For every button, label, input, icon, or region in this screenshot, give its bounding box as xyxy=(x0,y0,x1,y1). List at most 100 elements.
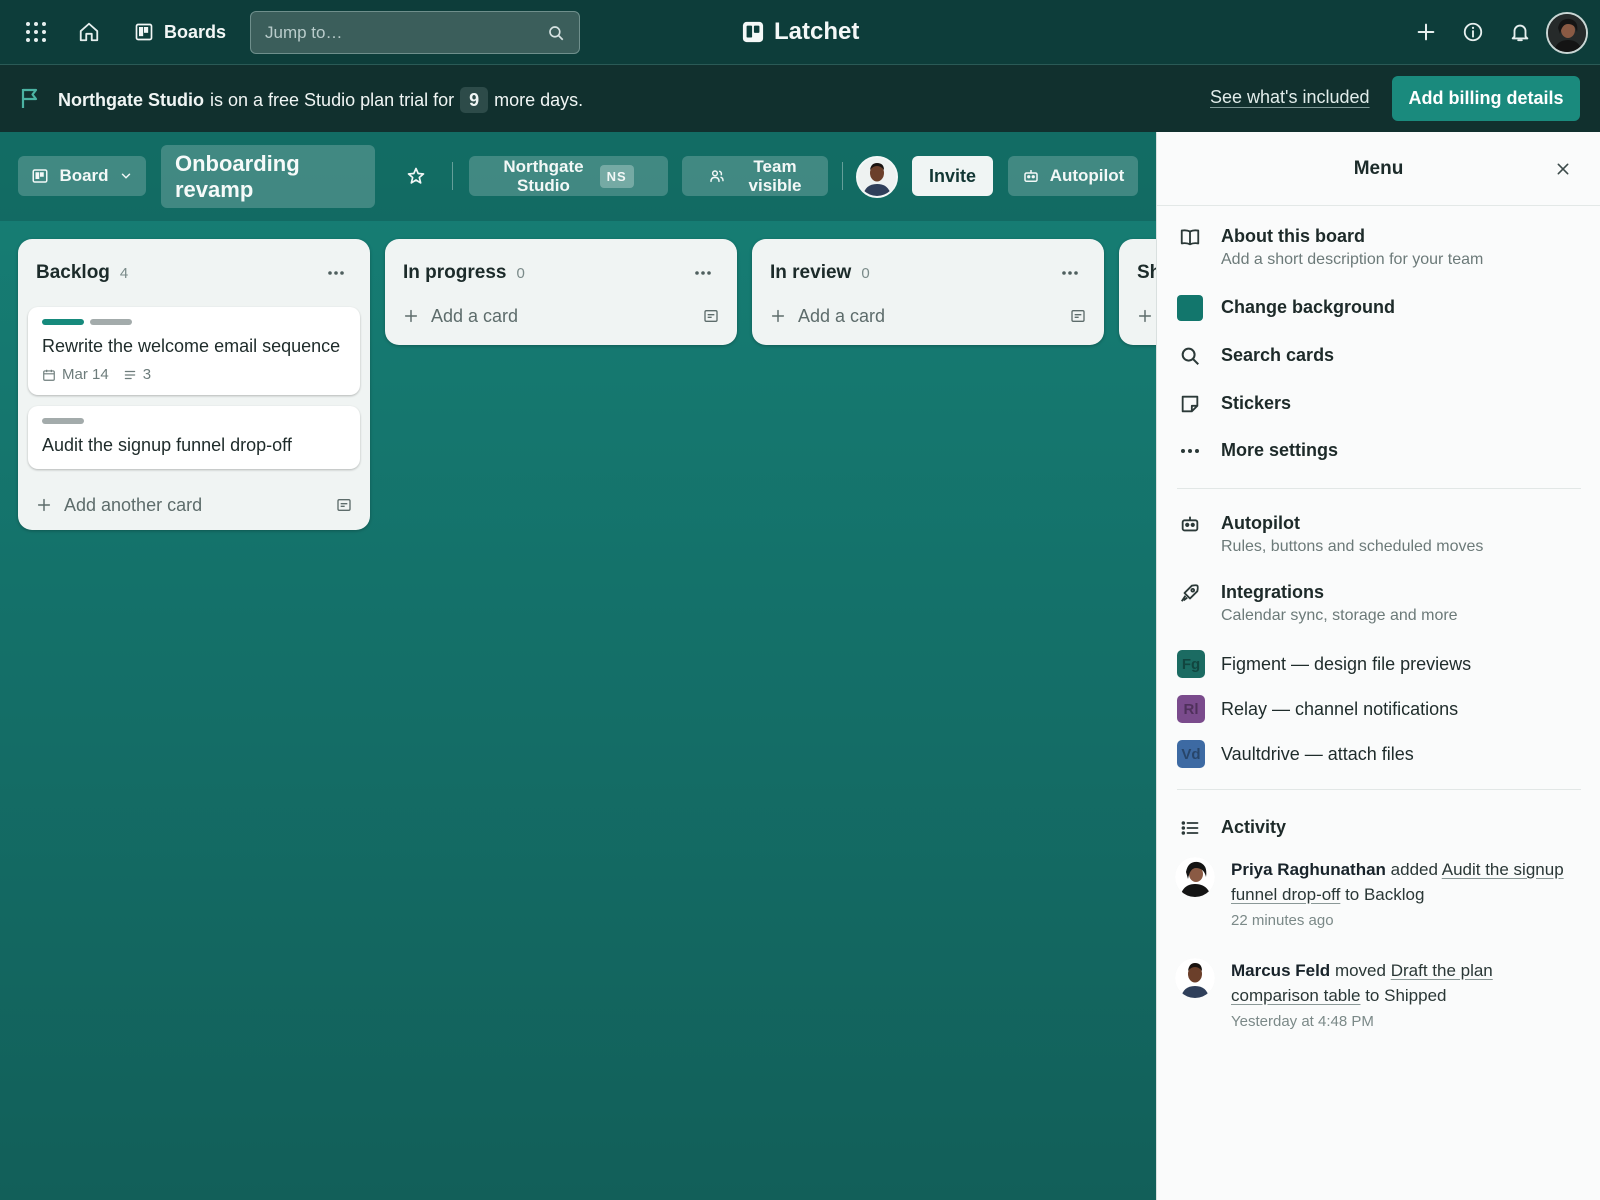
add-card-button[interactable] xyxy=(1137,308,1153,324)
list-shipped-partial: Sh xyxy=(1119,239,1156,345)
list-actions-more-icon[interactable] xyxy=(687,257,719,289)
search-cards-title: Search cards xyxy=(1221,345,1335,365)
add-card-button[interactable]: Add another card xyxy=(36,495,202,516)
menu-item-about[interactable]: About this board Add a short description… xyxy=(1177,224,1587,272)
add-card-button[interactable]: Add a card xyxy=(770,306,885,327)
activity-card-link[interactable]: Draft the plan xyxy=(1391,961,1493,980)
list-actions-more-icon[interactable] xyxy=(1054,257,1086,289)
integration-item[interactable]: Vd Vaultdrive — attach files xyxy=(1177,740,1587,768)
robot-icon xyxy=(1177,511,1203,537)
header-separator xyxy=(452,162,453,190)
stickers-title: Stickers xyxy=(1221,393,1292,413)
activity-entry: Priya Raghunathan added Audit the signup… xyxy=(1175,857,1585,929)
about-subtitle: Add a short description for your team xyxy=(1221,251,1484,268)
add-card-button[interactable]: Add a card xyxy=(403,306,518,327)
view-switcher-button[interactable]: Board xyxy=(18,156,146,196)
list-title-text: Sh xyxy=(1137,262,1156,283)
card-label-gray[interactable] xyxy=(90,319,132,325)
member-avatar[interactable] xyxy=(856,156,898,198)
card[interactable]: Rewrite the welcome email sequence Mar 1… xyxy=(28,307,360,395)
figment-logo-icon: Fg xyxy=(1177,650,1205,678)
home-icon[interactable] xyxy=(69,12,109,52)
robot-icon xyxy=(1022,167,1040,185)
integration-item[interactable]: Rl Relay — channel notifications xyxy=(1177,695,1587,723)
activity-avatar[interactable] xyxy=(1175,958,1215,998)
search-icon xyxy=(547,24,565,42)
integration-item[interactable]: Fg Figment — design file previews xyxy=(1177,650,1587,678)
list-actions-more-icon[interactable] xyxy=(320,257,352,289)
close-icon[interactable] xyxy=(1546,152,1580,186)
autopilot-label: Autopilot xyxy=(1049,166,1125,185)
notifications-bell-icon[interactable] xyxy=(1500,12,1540,52)
card-label-gray[interactable] xyxy=(42,418,84,424)
boards-nav-link[interactable]: Boards xyxy=(124,12,236,52)
create-from-template-icon[interactable] xyxy=(336,497,352,513)
visibility-button[interactable]: Team visible xyxy=(682,156,828,196)
card-labels xyxy=(42,319,346,325)
menu-item-stickers[interactable]: Stickers xyxy=(1177,391,1587,417)
plus-icon xyxy=(403,308,419,324)
trial-message: Northgate Studio is on a free Studio pla… xyxy=(58,87,583,113)
header-separator xyxy=(842,162,843,190)
integrations-title: Integrations xyxy=(1221,582,1325,602)
search-input[interactable]: Jump to… xyxy=(250,11,580,54)
activity-user[interactable]: Marcus Feld xyxy=(1231,961,1330,980)
chevron-down-icon xyxy=(119,169,133,183)
board-title[interactable]: Onboarding revamp xyxy=(161,145,375,208)
top-navigation: Boards Jump to… Latchet xyxy=(0,0,1600,65)
list-title[interactable]: Backlog 4 xyxy=(36,262,128,284)
menu-item-change-background[interactable]: Change background xyxy=(1177,295,1587,321)
more-settings-title: More settings xyxy=(1221,440,1339,460)
account-avatar[interactable] xyxy=(1546,12,1588,54)
card-title: Audit the signup funnel drop-off xyxy=(42,435,292,455)
board-view-icon xyxy=(31,167,49,185)
list-card-count: 0 xyxy=(516,265,525,282)
checklist-count: 3 xyxy=(142,366,152,383)
list-backlog: Backlog 4 Rewrite the welcome email sequ… xyxy=(18,239,370,530)
visibility-label: Team visible xyxy=(749,157,802,195)
trial-text-before: is on a free Studio plan trial for xyxy=(210,89,455,110)
activity-timestamp[interactable]: Yesterday at 4:48 PM xyxy=(1231,1013,1493,1030)
activity-card-link[interactable]: funnel drop-off xyxy=(1231,885,1340,904)
create-plus-icon[interactable] xyxy=(1406,12,1446,52)
menu-item-integrations[interactable]: Integrations Calendar sync, storage and … xyxy=(1177,580,1587,628)
menu-item-more-settings[interactable]: More settings xyxy=(1177,438,1587,464)
brand-logo[interactable]: Latchet xyxy=(742,14,859,50)
vaultdrive-logo-icon: Vd xyxy=(1177,740,1205,768)
add-card-row: Add a card xyxy=(385,287,737,345)
sticker-icon xyxy=(1177,391,1203,417)
list-header: Backlog 4 xyxy=(18,239,370,307)
description-badge: 3 xyxy=(123,366,151,383)
list-title[interactable]: Sh xyxy=(1137,262,1156,284)
plus-icon xyxy=(36,497,52,513)
menu-divider xyxy=(1177,488,1581,489)
see-whats-included-link[interactable]: See what's included xyxy=(1210,87,1370,108)
star-board-icon[interactable] xyxy=(398,158,434,194)
visibility-line-2: visible xyxy=(748,176,802,195)
people-icon xyxy=(709,168,725,184)
create-from-template-icon[interactable] xyxy=(1070,308,1086,324)
card[interactable]: Audit the signup funnel drop-off xyxy=(28,406,360,469)
activity-timestamp[interactable]: 22 minutes ago xyxy=(1231,912,1564,929)
add-billing-details-button[interactable]: Add billing details xyxy=(1392,76,1580,121)
autopilot-button[interactable]: Autopilot xyxy=(1008,156,1138,196)
invite-button[interactable]: Invite xyxy=(912,156,993,196)
info-icon[interactable] xyxy=(1453,12,1493,52)
create-from-template-icon[interactable] xyxy=(703,308,719,324)
menu-item-autopilot[interactable]: Autopilot Rules, buttons and scheduled m… xyxy=(1177,511,1587,559)
list-in-progress: In progress 0 Add a card xyxy=(385,239,737,345)
activity-card-link[interactable]: Audit the signup xyxy=(1442,860,1564,879)
board-header: Board Onboarding revamp Northgate Studio… xyxy=(0,132,1156,221)
list-card-count: 4 xyxy=(119,265,129,282)
list-title[interactable]: In review 0 xyxy=(770,262,870,284)
workspace-button[interactable]: Northgate Studio NS xyxy=(469,156,668,196)
menu-item-search-cards[interactable]: Search cards xyxy=(1177,343,1587,369)
app-switcher-grid-icon[interactable] xyxy=(16,12,56,52)
due-date-badge[interactable]: Mar 14 xyxy=(42,366,109,383)
activity-avatar[interactable] xyxy=(1175,857,1215,897)
activity-card-link[interactable]: comparison table xyxy=(1231,986,1360,1005)
list-title[interactable]: In progress 0 xyxy=(403,262,525,284)
card-label-green[interactable] xyxy=(42,319,84,325)
rocket-icon xyxy=(1177,580,1203,606)
activity-user[interactable]: Priya Raghunathan xyxy=(1231,860,1386,879)
